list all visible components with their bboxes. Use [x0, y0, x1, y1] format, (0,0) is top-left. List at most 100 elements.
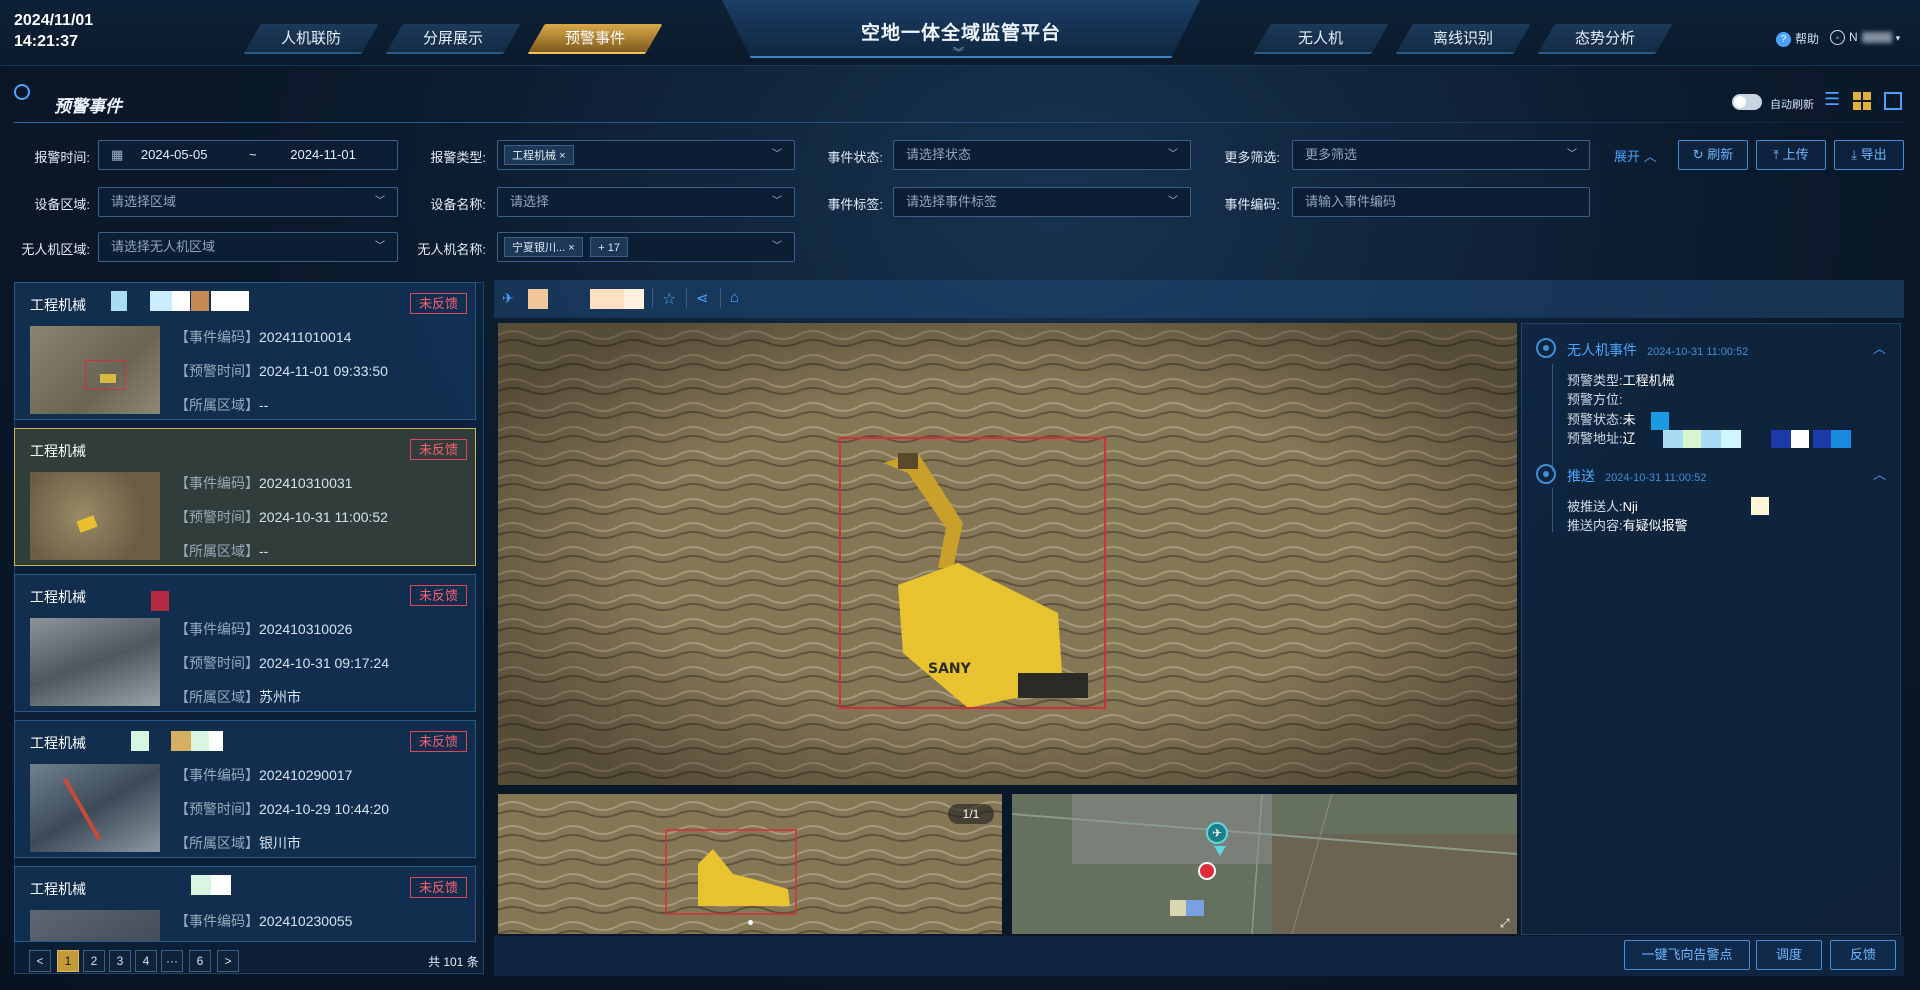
star-icon[interactable]: ☆ [662, 289, 676, 309]
collapse-icon[interactable]: ︿ [1873, 338, 1886, 357]
close-icon[interactable]: × [559, 150, 565, 162]
chevron-down-icon: ﹀ [1168, 196, 1178, 207]
user-menu[interactable]: ◦ N ▾ [1830, 30, 1901, 46]
event-card[interactable]: 工程机械 未反馈 【事件编码】202411010014 【预警时间】2024-1… [14, 282, 476, 420]
region-select[interactable]: 请选择区域 ﹀ [98, 187, 398, 217]
redacted-block [1813, 430, 1831, 448]
status-badge: 未反馈 [409, 439, 467, 460]
redacted-block [1651, 412, 1669, 430]
page-1[interactable]: 1 [57, 950, 79, 972]
event-detail-panel: 无人机事件 2024-10-31 11:00:52 ︿ 预警类型:工程机械 预警方… [1521, 323, 1901, 935]
caret-down-icon: ▾ [1895, 33, 1901, 43]
collapse-icon[interactable]: ︿ [1873, 464, 1886, 483]
fullscreen-icon[interactable]: ⤢ [1500, 916, 1510, 931]
type-select[interactable]: 工程机械 × ﹀ [497, 140, 795, 170]
status-badge: 未反馈 [409, 585, 467, 606]
more-filter-select[interactable]: 更多筛选 ﹀ [1292, 140, 1590, 170]
redacted-block [1771, 430, 1791, 448]
datetime: 2024/11/01 14:21:37 [14, 10, 93, 52]
location-map[interactable]: ✈ ⤢ [1012, 794, 1517, 934]
redacted-block [1663, 430, 1683, 448]
event-card-selected[interactable]: 工程机械 未反馈 【事件编码】202410310031 【预警时间】2024-1… [14, 428, 476, 566]
fly-to-alarm-button[interactable]: 一键飞向告警点 [1624, 940, 1750, 970]
main-event-image[interactable]: SANY [498, 323, 1517, 785]
close-icon[interactable]: × [568, 242, 574, 254]
export-button[interactable]: ⤓ 导出 [1834, 140, 1904, 170]
status-select[interactable]: 请选择状态 ﹀ [893, 140, 1191, 170]
chevron-down-icon[interactable]: ︾ [953, 44, 964, 60]
date-range-picker[interactable]: ▦ 2024-05-05 ~ 2024-11-01 [98, 140, 398, 170]
divider [720, 288, 721, 308]
event-thumbnail[interactable] [30, 472, 160, 560]
redacted-block [1701, 430, 1721, 448]
auto-refresh-toggle[interactable] [1732, 94, 1762, 110]
next-page-button[interactable]: > [217, 950, 239, 972]
redacted-block [624, 289, 644, 309]
share-icon[interactable]: ⋖ [696, 289, 709, 307]
alarm-marker-icon[interactable] [1198, 862, 1216, 880]
upload-icon: ⤒ [1773, 147, 1780, 162]
chevron-down-icon: ﹀ [772, 196, 782, 207]
help-link[interactable]: ? 帮助 [1776, 30, 1819, 48]
uav-region-label: 无人机区域: [21, 242, 90, 257]
drone-marker-icon[interactable]: ✈ [1206, 822, 1228, 844]
tab-split-screen[interactable]: 分屏展示 [385, 24, 521, 54]
tab-drone[interactable]: 无人机 [1253, 24, 1389, 54]
calendar-icon: ▦ [111, 147, 124, 162]
redacted-block [211, 291, 249, 311]
grid-view-icon[interactable] [1853, 92, 1871, 110]
dispatch-button[interactable]: 调度 [1756, 940, 1822, 970]
redacted-block [1721, 430, 1741, 448]
tab-situation-analysis[interactable]: 态势分析 [1537, 24, 1673, 54]
list-view-icon[interactable]: ☰ [1824, 90, 1840, 108]
feedback-button[interactable]: 反馈 [1830, 940, 1896, 970]
tab-offline-recognition[interactable]: 离线识别 [1395, 24, 1531, 54]
refresh-button[interactable]: ↻ 刷新 [1678, 140, 1748, 170]
uav-more-tag[interactable]: + 17 [590, 237, 629, 257]
event-code-input[interactable]: 请输入事件编码 [1292, 187, 1590, 217]
upload-button[interactable]: ⤒ 上传 [1756, 140, 1826, 170]
timeline-line [1552, 364, 1553, 472]
map-view-icon[interactable] [1884, 92, 1902, 110]
uav-name-select[interactable]: 宁夏银川... × + 17 ﹀ [497, 232, 795, 262]
chevron-down-icon: ﹀ [1168, 149, 1178, 160]
event-card[interactable]: 工程机械 未反馈 【事件编码】202410230055 [14, 866, 476, 942]
tab-joint-defense[interactable]: 人机联防 [243, 24, 379, 54]
current-date: 2024/11/01 [14, 12, 94, 29]
chevron-down-icon: ﹀ [375, 241, 385, 252]
redacted-block [528, 289, 548, 309]
event-thumbnail[interactable] [30, 618, 160, 706]
page-title: 预警事件 [54, 97, 122, 116]
redacted-block [111, 291, 127, 311]
chevron-down-icon: ﹀ [772, 241, 782, 252]
device-select[interactable]: 请选择 ﹀ [497, 187, 795, 217]
event-thumbnail[interactable] [30, 764, 160, 852]
type-tag[interactable]: 工程机械 × [504, 145, 574, 165]
event-tag-select[interactable]: 请选择事件标签 ﹀ [893, 187, 1191, 217]
event-card[interactable]: 工程机械 未反馈 【事件编码】202410290017 【预警时间】2024-1… [14, 720, 476, 858]
event-card[interactable]: 工程机械 未反馈 【事件编码】202410310026 【预警时间】2024-1… [14, 574, 476, 712]
region-label: 设备区域: [34, 197, 90, 212]
page-4[interactable]: 4 [135, 950, 157, 972]
page-3[interactable]: 3 [109, 950, 131, 972]
expand-button[interactable]: 展开 ︿ [1614, 146, 1657, 165]
image-counter: 1/1 [948, 804, 994, 824]
page-6[interactable]: 6 [189, 950, 211, 972]
svg-text:SANY: SANY [928, 661, 972, 677]
page-ellipsis[interactable]: ··· [161, 950, 183, 972]
refresh-icon: ↻ [1692, 147, 1704, 162]
tab-alert-events[interactable]: 预警事件 [527, 24, 663, 54]
chevron-up-icon: ︿ [1643, 149, 1657, 164]
page-2[interactable]: 2 [83, 950, 105, 972]
uav-tag[interactable]: 宁夏银川... × [504, 237, 583, 257]
prev-page-button[interactable]: < [29, 950, 51, 972]
status-label: 事件状态: [827, 150, 883, 165]
tag-icon[interactable]: ⌂ [730, 289, 739, 306]
help-icon: ? [1776, 32, 1791, 48]
event-thumbnail[interactable] [30, 326, 160, 414]
event-snapshot[interactable]: 1/1 [498, 794, 1002, 934]
event-thumbnail[interactable] [30, 910, 160, 941]
carousel-dot[interactable] [748, 920, 753, 925]
redacted-block [1791, 430, 1809, 448]
uav-region-select[interactable]: 请选择无人机区域 ﹀ [98, 232, 398, 262]
